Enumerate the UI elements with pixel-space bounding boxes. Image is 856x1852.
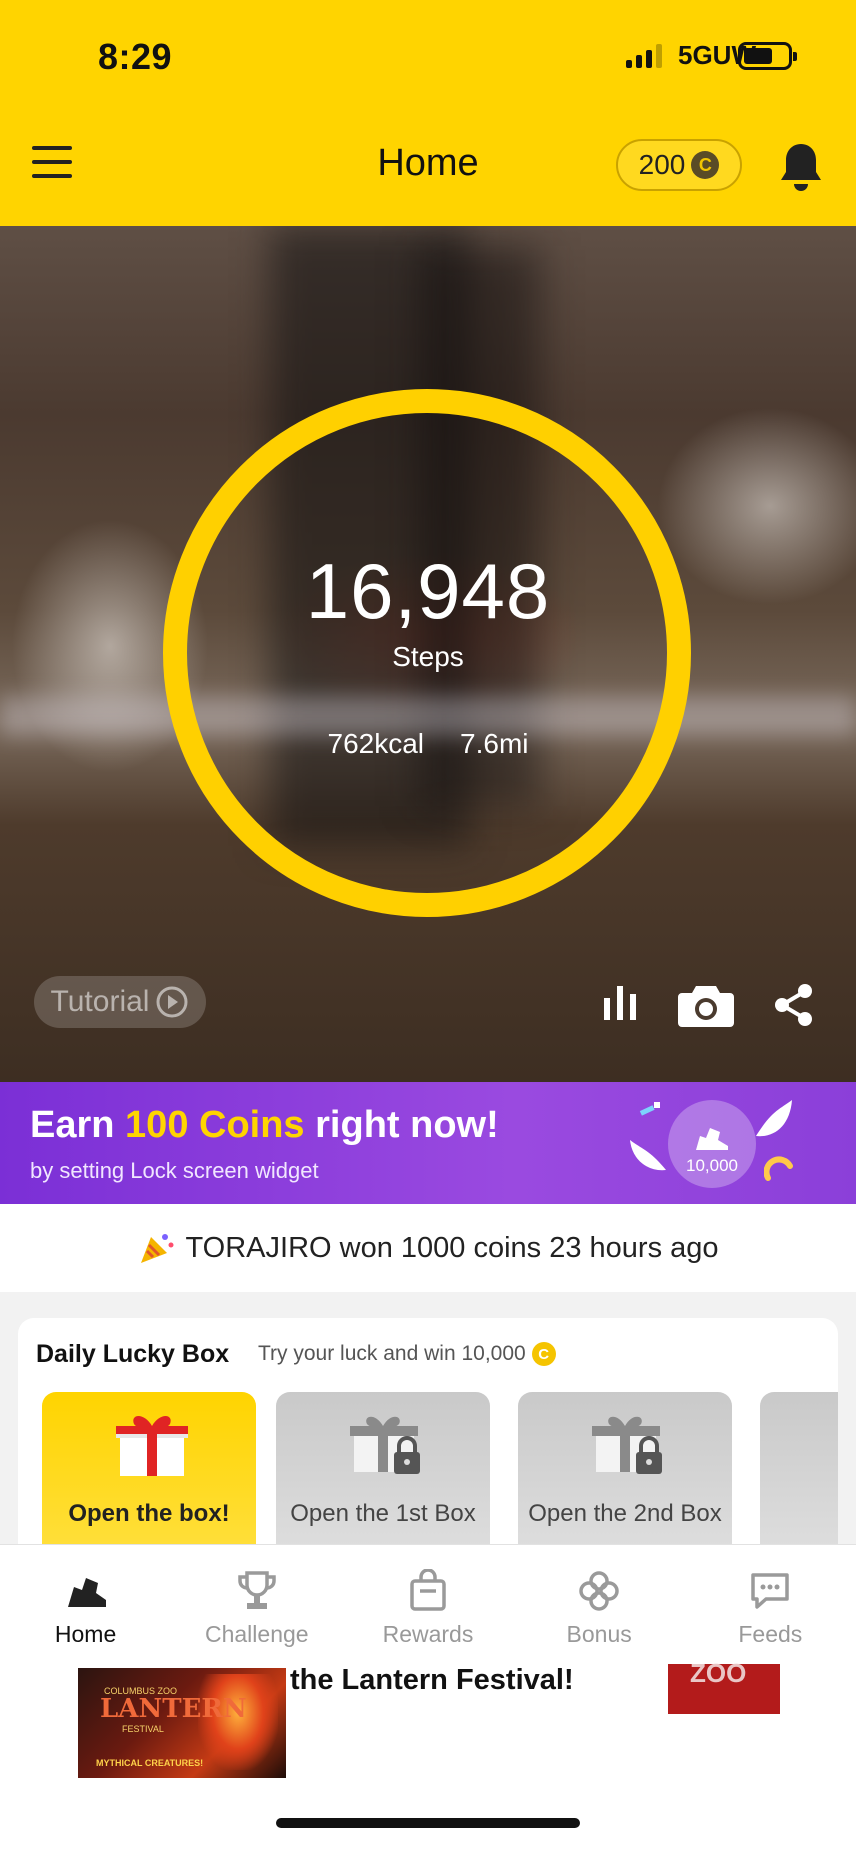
ad-image[interactable]: COLUMBUS ZOO LANTERN FESTIVAL MYTHICAL C… bbox=[78, 1668, 286, 1778]
lucky-box-title: Daily Lucky Box bbox=[36, 1340, 230, 1368]
share-icon[interactable] bbox=[770, 982, 816, 1028]
coin-balance-button[interactable]: 200 C bbox=[616, 139, 742, 191]
nav-feeds[interactable]: Feeds bbox=[685, 1545, 856, 1664]
ad-image-line: MYTHICAL CREATURES! bbox=[96, 1758, 204, 1768]
play-icon bbox=[156, 986, 188, 1018]
status-time: 8:29 bbox=[98, 36, 173, 77]
step-metrics: 762kcal 7.6mi bbox=[0, 728, 856, 760]
tutorial-button[interactable]: Tutorial bbox=[34, 976, 206, 1028]
battery-icon bbox=[738, 42, 797, 70]
calories-value: 762kcal bbox=[327, 728, 425, 759]
lucky-box-label: Open the 2nd Box bbox=[528, 1500, 722, 1527]
party-popper-icon bbox=[141, 1234, 174, 1263]
ad-banner[interactable]: COLUMBUS ZOO LANTERN FESTIVAL MYTHICAL C… bbox=[0, 1658, 856, 1794]
home-screen: 8:29 5GUW Home 200 C 16,948 Steps 762kca… bbox=[0, 0, 856, 1852]
bottom-navigation: Home Challenge Rewards Bonus Feeds bbox=[0, 1544, 856, 1664]
nav-challenge[interactable]: Challenge bbox=[171, 1545, 342, 1664]
promo-title-prefix: Earn bbox=[30, 1104, 126, 1146]
clover-icon bbox=[579, 1571, 619, 1611]
nav-label: Feeds bbox=[738, 1621, 803, 1647]
lucky-box-subtitle: Try your luck and win 10,000 C bbox=[258, 1342, 556, 1366]
wing-right-icon bbox=[756, 1100, 792, 1137]
widget-preview-badge: 10,000 bbox=[668, 1100, 756, 1188]
daily-lucky-box-card: Daily Lucky Box Try your luck and win 10… bbox=[18, 1318, 838, 1578]
ad-logo[interactable]: ZOO bbox=[668, 1658, 780, 1714]
promo-title: Earn 100 Coins right now! bbox=[30, 1104, 499, 1147]
bell-icon[interactable] bbox=[776, 140, 826, 196]
ad-image-line: LANTERN bbox=[100, 1694, 247, 1724]
step-count: 16,948 bbox=[305, 547, 551, 635]
nav-rewards[interactable]: Rewards bbox=[342, 1545, 513, 1664]
step-hero: 16,948 Steps 762kcal 7.6mi Tutorial bbox=[0, 226, 856, 1082]
lucky-box-subtitle-text: Try your luck and win 10,000 bbox=[258, 1342, 526, 1365]
promo-title-highlight: 100 Coins bbox=[125, 1104, 305, 1146]
nav-label: Bonus bbox=[566, 1621, 632, 1647]
chat-bubble-icon bbox=[751, 1573, 790, 1609]
nav-label: Rewards bbox=[382, 1621, 474, 1647]
promo-subtitle: by setting Lock screen widget bbox=[30, 1158, 319, 1183]
nav-label: Challenge bbox=[204, 1621, 309, 1647]
cellular-signal-icon bbox=[626, 44, 662, 68]
locked-gift-icon bbox=[592, 1416, 662, 1474]
home-indicator[interactable] bbox=[276, 1818, 580, 1828]
distance-value: 7.6mi bbox=[460, 728, 529, 759]
steps-label: Steps bbox=[392, 641, 464, 672]
nav-label: Home bbox=[54, 1621, 117, 1647]
wing-left-icon bbox=[630, 1140, 666, 1171]
ad-logo-text: ZOO bbox=[690, 1658, 747, 1688]
lock-screen-widget-promo[interactable]: Earn 100 Coins right now! by setting Loc… bbox=[0, 1082, 856, 1204]
nav-bonus[interactable]: Bonus bbox=[514, 1545, 685, 1664]
coin-arc-icon bbox=[764, 1156, 793, 1181]
coin-balance: 200 bbox=[638, 149, 686, 180]
confetti-icon bbox=[639, 1102, 660, 1116]
tutorial-label: Tutorial bbox=[50, 985, 150, 1018]
nav-home[interactable]: Home bbox=[0, 1545, 171, 1664]
camera-icon[interactable] bbox=[676, 982, 736, 1028]
ad-headline[interactable]: the Lantern Festival! bbox=[290, 1664, 574, 1697]
winner-ticker: TORAJIRO won 1000 coins 23 hours ago bbox=[0, 1204, 856, 1292]
bar-chart-icon[interactable] bbox=[600, 982, 640, 1022]
coin-icon: C bbox=[691, 151, 720, 179]
trophy-icon bbox=[238, 1571, 276, 1609]
shoe-icon bbox=[696, 1128, 728, 1150]
gift-box-icon bbox=[116, 1416, 188, 1476]
locked-gift-icon bbox=[350, 1416, 420, 1474]
coin-icon: C bbox=[531, 1342, 556, 1366]
shoe-icon bbox=[67, 1578, 106, 1607]
shopping-bag-icon bbox=[410, 1569, 446, 1611]
app-header: 8:29 5GUW Home 200 C bbox=[0, 0, 856, 226]
ad-image-line: FESTIVAL bbox=[122, 1724, 164, 1734]
promo-title-suffix: right now! bbox=[304, 1104, 499, 1146]
ticker-text: TORAJIRO won 1000 coins 23 hours ago bbox=[185, 1231, 719, 1264]
lucky-box-label: Open the box! bbox=[68, 1500, 230, 1527]
widget-badge-number: 10,000 bbox=[686, 1156, 738, 1175]
lucky-box-label: Open the 1st Box bbox=[290, 1500, 476, 1527]
